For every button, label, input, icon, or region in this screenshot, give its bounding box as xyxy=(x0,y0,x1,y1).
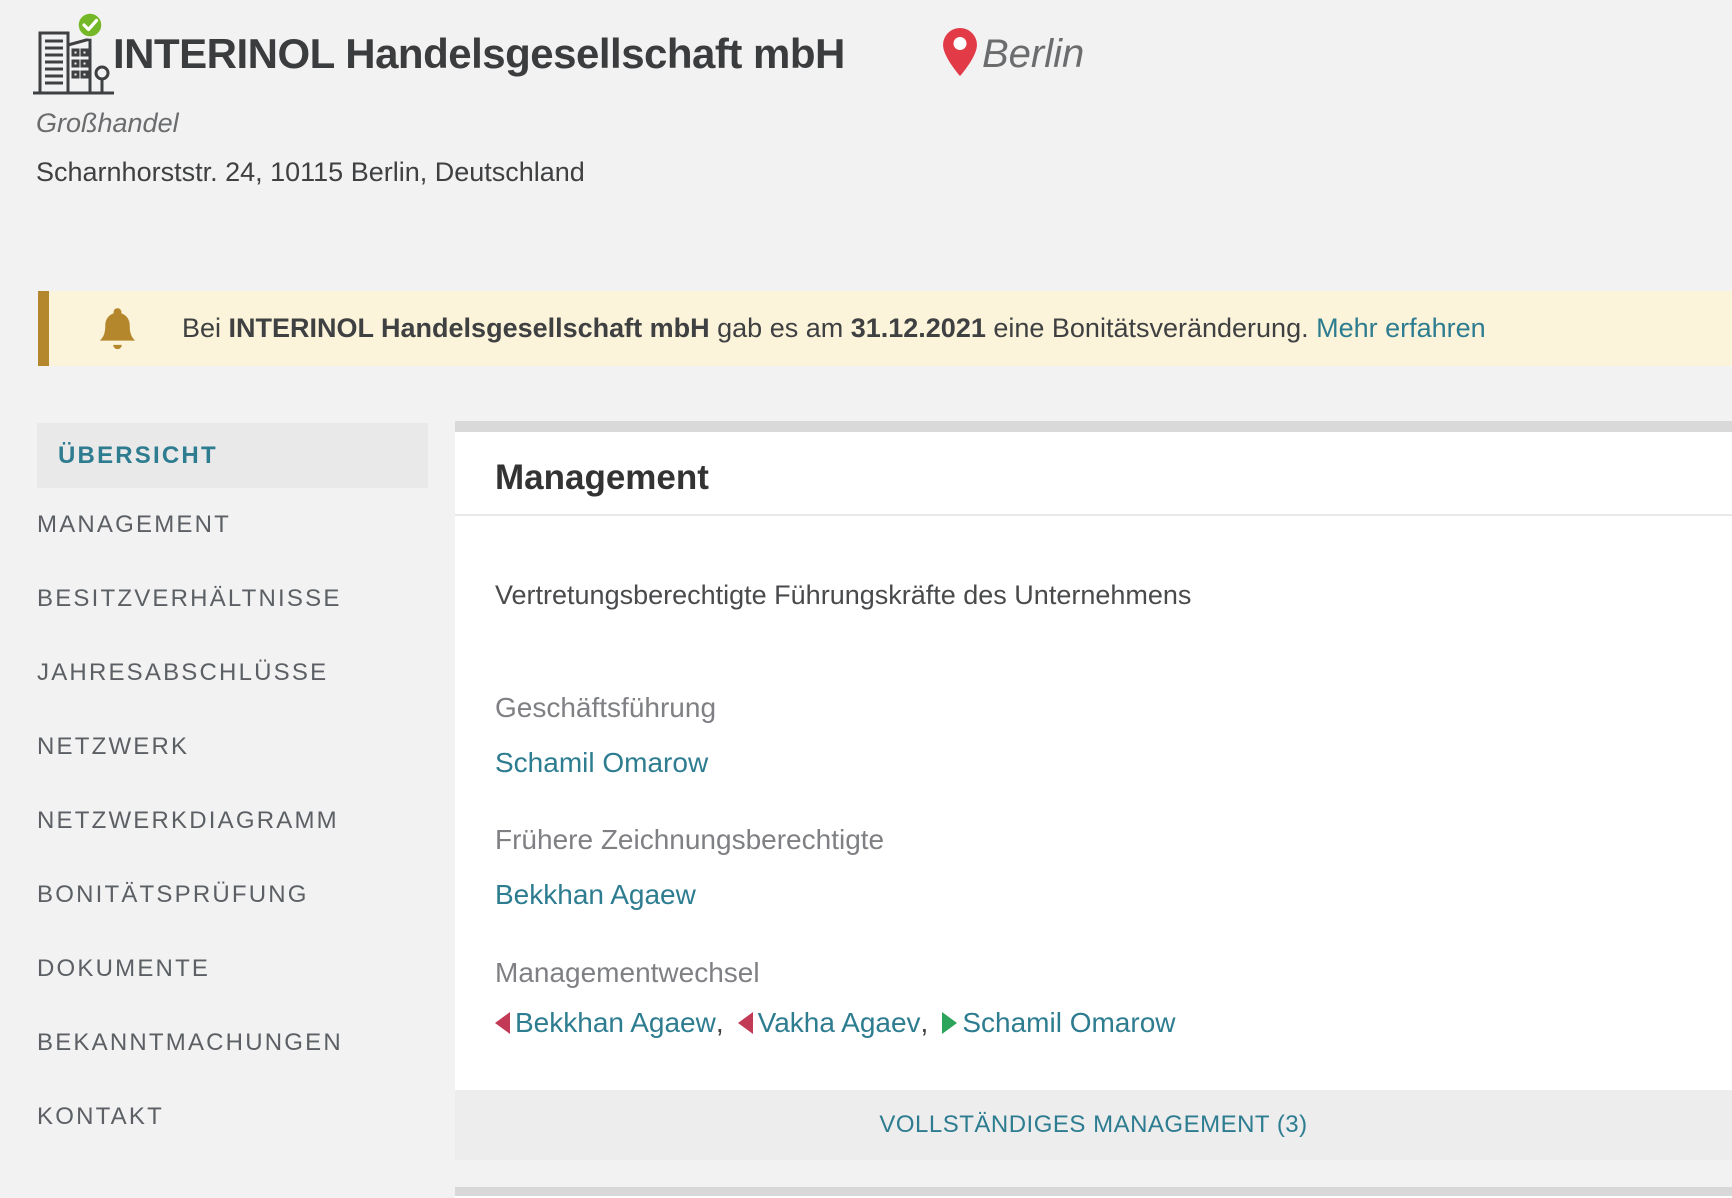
sidebar-nav: ÜBERSICHT MANAGEMENT BESITZVERHÄLTNISSE … xyxy=(37,423,428,1154)
separator: , xyxy=(716,1007,724,1039)
section-label-fruehere-zeichnungsberechtigte: Frühere Zeichnungsberechtigte xyxy=(495,824,884,856)
section-label-geschaeftsfuehrung: Geschäftsführung xyxy=(495,692,716,724)
sidebar-item-jahresabschluesse[interactable]: JAHRESABSCHLÜSSE xyxy=(37,636,428,710)
arrow-in-icon xyxy=(942,1012,957,1034)
change-item-bekkhan-agaew[interactable]: Bekkhan Agaew xyxy=(495,1007,716,1039)
sidebar-item-bekanntmachungen[interactable]: BEKANNTMACHUNGEN xyxy=(37,1006,428,1080)
sidebar-item-besitzverhaeltnisse[interactable]: BESITZVERHÄLTNISSE xyxy=(37,562,428,636)
management-changes-row: Bekkhan Agaew , Vakha Agaev , Schamil Om… xyxy=(495,1007,1176,1039)
card-description: Vertretungsberechtigte Führungskräfte de… xyxy=(495,580,1191,611)
change-link[interactable]: Schamil Omarow xyxy=(962,1007,1175,1039)
card-title: Management xyxy=(495,458,709,498)
change-item-schamil-omarow[interactable]: Schamil Omarow xyxy=(942,1007,1175,1039)
change-item-vakha-agaev[interactable]: Vakha Agaev xyxy=(738,1007,921,1039)
person-link-bekkhan-agaew[interactable]: Bekkhan Agaew xyxy=(495,879,696,911)
sidebar-item-netzwerk[interactable]: NETZWERK xyxy=(37,710,428,784)
alert-company-name: INTERINOL Handelsgesellschaft mbH xyxy=(229,313,710,343)
arrow-out-icon xyxy=(495,1012,510,1034)
verified-badge-icon xyxy=(78,13,103,38)
next-card-top-strip xyxy=(455,1187,1732,1196)
more-info-link[interactable]: Mehr erfahren xyxy=(1316,313,1486,343)
card-divider xyxy=(455,514,1732,516)
company-address: Scharnhorststr. 24, 10115 Berlin, Deutsc… xyxy=(36,157,585,188)
credit-alert-banner: Bei INTERINOL Handelsgesellschaft mbH ga… xyxy=(38,291,1732,366)
arrow-out-icon xyxy=(738,1012,753,1034)
bell-icon xyxy=(99,307,136,351)
section-label-managementwechsel: Managementwechsel xyxy=(495,957,760,989)
alert-message: Bei INTERINOL Handelsgesellschaft mbH ga… xyxy=(182,313,1486,344)
sidebar-item-kontakt[interactable]: KONTAKT xyxy=(37,1080,428,1154)
sidebar-item-netzwerkdiagramm[interactable]: NETZWERKDIAGRAMM xyxy=(37,784,428,858)
management-card: Management Vertretungsberechtigte Führun… xyxy=(455,421,1732,1090)
company-industry: Großhandel xyxy=(36,108,179,139)
person-link-schamil-omarow[interactable]: Schamil Omarow xyxy=(495,747,708,779)
separator: , xyxy=(921,1007,929,1039)
sidebar-item-bonitaetspruefung[interactable]: BONITÄTSPRÜFUNG xyxy=(37,858,428,932)
change-link[interactable]: Vakha Agaev xyxy=(758,1007,921,1039)
full-management-label: VOLLSTÄNDIGES MANAGEMENT (3) xyxy=(879,1111,1307,1139)
location-pin-icon xyxy=(943,28,977,76)
company-location: Berlin xyxy=(982,32,1084,77)
card-top-strip xyxy=(455,421,1732,432)
sidebar-item-management[interactable]: MANAGEMENT xyxy=(37,488,428,562)
change-link[interactable]: Bekkhan Agaew xyxy=(515,1007,716,1039)
alert-date: 31.12.2021 xyxy=(851,313,986,343)
sidebar-item-dokumente[interactable]: DOKUMENTE xyxy=(37,932,428,1006)
page-title: INTERINOL Handelsgesellschaft mbH xyxy=(113,30,845,78)
sidebar-item-uebersicht[interactable]: ÜBERSICHT xyxy=(37,423,428,488)
management-card-body: Management Vertretungsberechtigte Führun… xyxy=(455,432,1732,1090)
full-management-button[interactable]: VOLLSTÄNDIGES MANAGEMENT (3) xyxy=(455,1090,1732,1160)
